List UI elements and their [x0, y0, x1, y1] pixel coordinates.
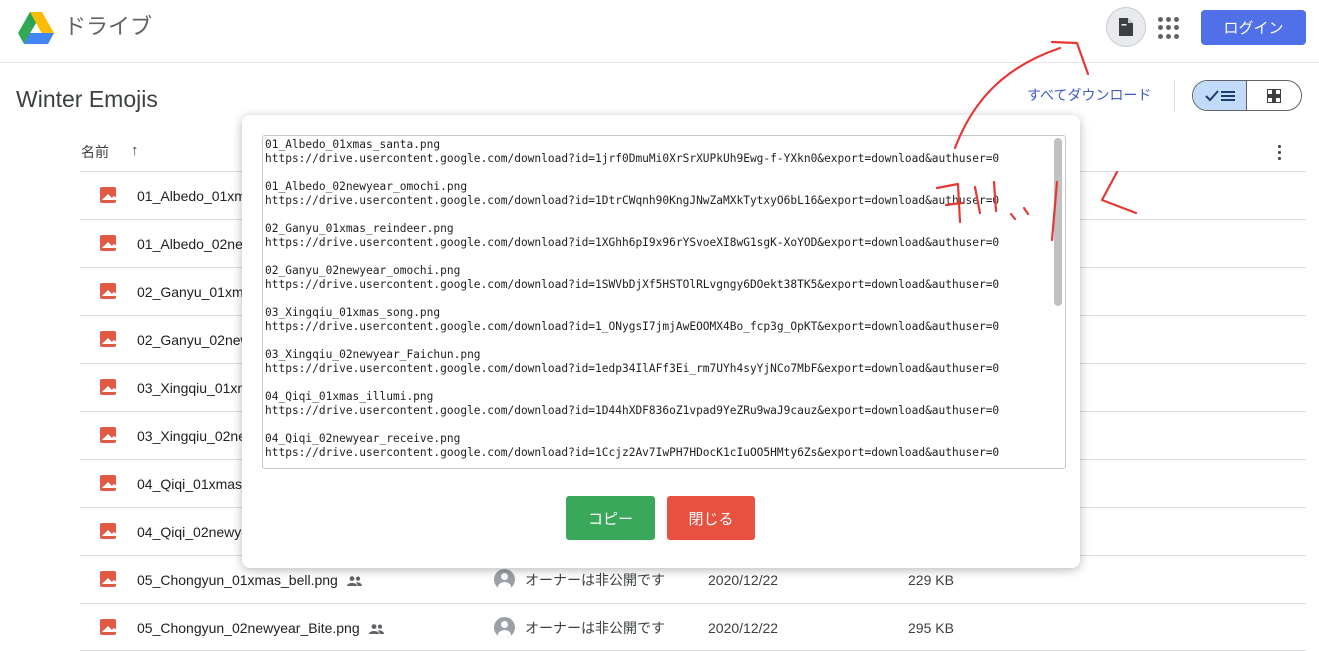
shared-icon [346, 576, 362, 587]
image-file-icon [100, 523, 116, 539]
url-entry-filename: 04_Qiqi_01xmas_illumi.png [265, 390, 434, 403]
image-file-icon [100, 619, 116, 635]
image-file-icon [100, 331, 116, 347]
owner-avatar [494, 569, 515, 590]
more-vert-icon[interactable] [1272, 142, 1286, 162]
toolbar-separator [1174, 80, 1175, 112]
modified-date: 2020/12/22 [708, 572, 779, 588]
url-entry-link: https://drive.usercontent.google.com/dow… [265, 278, 1000, 291]
modified-date: 2020/12/22 [708, 620, 779, 636]
image-file-icon [100, 235, 116, 251]
url-entry-filename: 03_Xingqiu_01xmas_song.png [265, 306, 441, 319]
url-entry-filename: 04_Qiqi_02newyear_receive.png [265, 432, 461, 445]
url-entry-link: https://drive.usercontent.google.com/dow… [265, 152, 1000, 165]
grid-view-button[interactable] [1247, 81, 1301, 110]
check-icon [1204, 89, 1219, 101]
image-file-icon [100, 379, 116, 395]
column-header-name[interactable]: 名前 [81, 144, 109, 160]
folder-title: Winter Emojis [16, 86, 158, 112]
header-divider [0, 62, 1319, 63]
download-all-link[interactable]: すべてダウンロード [1027, 86, 1151, 104]
url-entry: 03_Xingqiu_02newyear_Faichun.png https://… [265, 348, 1045, 390]
annotation-arrow-head [1050, 40, 1090, 76]
grid-icon [1267, 88, 1281, 103]
url-entry: 04_Qiqi_01xmas_illumi.png https://drive.u… [265, 390, 1045, 432]
url-entry-link: https://drive.usercontent.google.com/dow… [265, 236, 1000, 249]
url-entry-filename: 02_Ganyu_02newyear_omochi.png [265, 264, 461, 277]
url-entry: 02_Ganyu_01xmas_reindeer.png https://driv… [265, 222, 1045, 264]
image-file-icon [100, 475, 116, 491]
url-entry-link: https://drive.usercontent.google.com/dow… [265, 362, 1000, 375]
copy-button[interactable]: コピー [566, 496, 655, 540]
image-file-icon [100, 571, 116, 587]
url-entry-link: https://drive.usercontent.google.com/dow… [265, 404, 1000, 417]
file-name[interactable]: 05_Chongyun_02newyear_Bite.png [137, 619, 384, 637]
open-file-button[interactable] [1106, 7, 1146, 47]
url-entry-filename: 02_Ganyu_01xmas_reindeer.png [265, 222, 454, 235]
url-entry: 02_Ganyu_02newyear_omochi.png https://dri… [265, 264, 1045, 306]
url-entry: 03_Xingqiu_01xmas_song.png https://drive.… [265, 306, 1045, 348]
url-entry-filename: 03_Xingqiu_02newyear_Faichun.png [265, 348, 481, 361]
owner-text: オーナーは非公開です [525, 572, 665, 588]
list-icon [1220, 90, 1235, 101]
owner-avatar [494, 617, 515, 638]
list-view-button[interactable] [1193, 81, 1248, 110]
url-entry-link: https://drive.usercontent.google.com/dow… [265, 320, 1000, 333]
url-entry: 04_Qiqi_02newyear_receive.png https://dri… [265, 432, 1045, 468]
url-entry: 01_Albedo_02newyear_omochi.png https://dr… [265, 180, 1045, 222]
arrow-up-icon[interactable]: ↑ [131, 143, 139, 159]
image-file-icon [100, 427, 116, 443]
image-file-icon [100, 283, 116, 299]
url-entry: 01_Albedo_01xmas_santa.png https://drive.… [265, 138, 1045, 180]
download-links-dialog: 01_Albedo_01xmas_santa.png https://drive.… [242, 115, 1080, 568]
url-entry-link: https://drive.usercontent.google.com/dow… [265, 446, 1000, 459]
owner-text: オーナーは非公開です [525, 620, 665, 636]
image-file-icon [100, 187, 116, 203]
close-button[interactable]: 閉じる [667, 496, 755, 540]
file-size: 295 KB [908, 620, 954, 636]
shared-icon [368, 624, 384, 635]
textarea-scrollbar[interactable] [1054, 138, 1062, 306]
app-name[interactable]: ドライブ [64, 13, 152, 41]
file-name[interactable]: 05_Chongyun_01xmas_bell.png [137, 571, 362, 589]
file-size: 229 KB [908, 572, 954, 588]
download-urls-textarea[interactable]: 01_Albedo_01xmas_santa.png https://drive.… [262, 135, 1066, 469]
google-drive-logo-icon[interactable] [18, 11, 54, 45]
download-urls-text: 01_Albedo_01xmas_santa.png https://drive.… [265, 138, 1045, 468]
table-row[interactable]: 05_Chongyun_02newyear_Bite.png オーナーは非公開です… [80, 603, 1306, 651]
url-entry-link: https://drive.usercontent.google.com/dow… [265, 194, 1000, 207]
view-toggle [1192, 80, 1302, 111]
file-icon [1119, 18, 1133, 36]
login-button[interactable]: ログイン [1201, 10, 1306, 45]
apps-grid-icon[interactable] [1158, 17, 1180, 39]
url-entry-filename: 01_Albedo_01xmas_santa.png [265, 138, 441, 151]
url-entry-filename: 01_Albedo_02newyear_omochi.png [265, 180, 468, 193]
